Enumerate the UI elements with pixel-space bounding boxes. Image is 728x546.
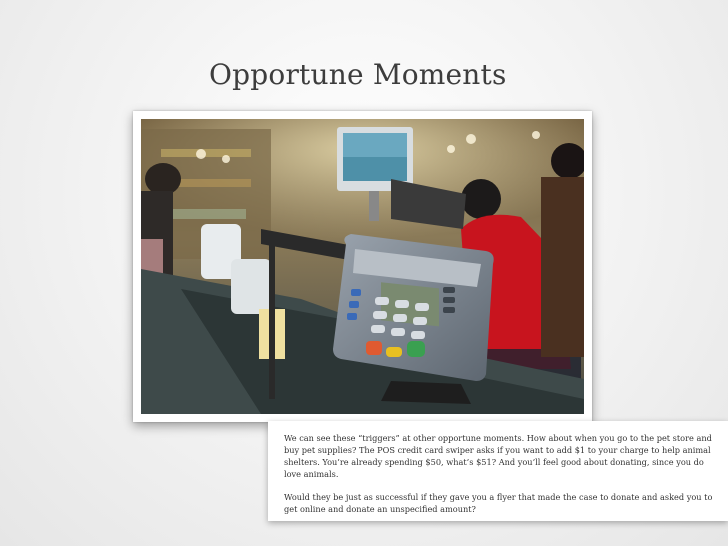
slide-title: Opportune Moments (209, 58, 507, 91)
notes-paragraph-1: We can see these “triggers” at other opp… (284, 433, 712, 479)
pos-terminal-photo (141, 119, 584, 414)
notes-paragraph-2: Would they be just as successful if they… (284, 492, 713, 514)
photo-frame (133, 111, 592, 422)
pos-terminal-illustration (141, 119, 584, 414)
speaker-notes: We can see these “triggers” at other opp… (268, 421, 728, 521)
